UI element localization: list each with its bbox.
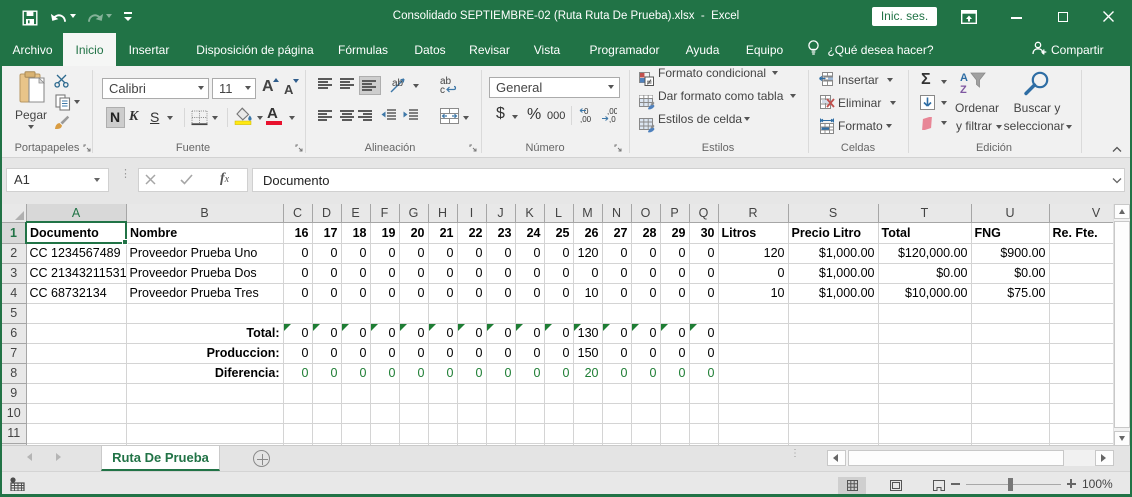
svg-text:Z: Z [960,84,967,95]
svg-text:c: c [440,85,445,95]
svg-text:,00: ,00 [580,115,592,123]
svg-text:A: A [960,72,968,84]
svg-text:ab: ab [392,78,404,89]
svg-text:,0: ,0 [609,115,616,123]
